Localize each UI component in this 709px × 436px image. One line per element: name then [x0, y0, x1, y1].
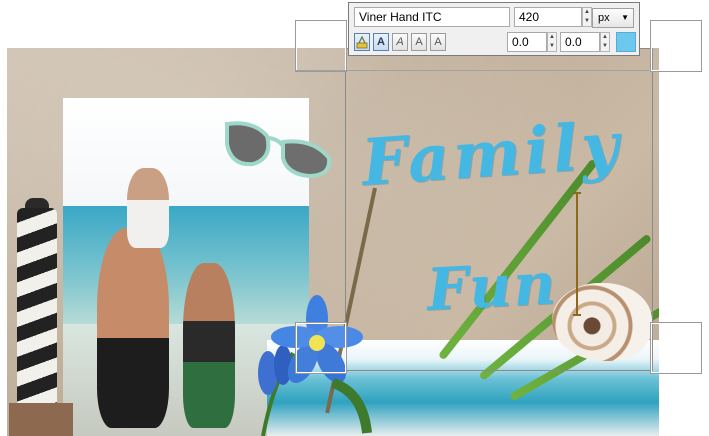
outline-style-button[interactable]: A — [411, 33, 427, 51]
resize-handle-bottom-right[interactable] — [650, 322, 702, 374]
text-fill-icon — [356, 35, 368, 49]
photo-person-child — [127, 168, 169, 248]
font-name-field[interactable]: Viner Hand ITC — [354, 7, 510, 27]
spin-up-icon[interactable]: ▲ — [601, 33, 609, 42]
resize-handle-bottom-left[interactable] — [295, 322, 347, 374]
lighthouse-base — [9, 403, 73, 436]
title-text-fun[interactable]: Fun — [425, 249, 559, 324]
fill-style-button[interactable] — [354, 33, 370, 51]
offset-x-field[interactable]: 0.0 — [507, 32, 547, 52]
resize-handle-top-left[interactable] — [295, 20, 347, 72]
font-size-field[interactable]: 420 — [514, 7, 582, 27]
text-color-swatch[interactable] — [616, 32, 636, 52]
text-properties-toolbar: Viner Hand ITC 420 ▲ ▼ px ▼ A A A A 0.0 ▲… — [348, 2, 640, 56]
offset-x-spinner[interactable]: ▲ ▼ — [547, 32, 557, 52]
font-size-spinner[interactable]: ▲ ▼ — [582, 7, 592, 27]
photo-person-man — [97, 228, 169, 428]
editor-stage: Family Fun Viner Hand ITC 420 ▲ ▼ px ▼ A … — [0, 0, 709, 436]
shadow-style-button[interactable]: A — [430, 33, 446, 51]
spin-down-icon[interactable]: ▼ — [601, 42, 609, 51]
spin-down-icon[interactable]: ▼ — [548, 42, 556, 51]
unit-select[interactable]: px ▼ — [592, 8, 634, 28]
text-insertion-cursor — [573, 192, 581, 316]
italic-style-button[interactable]: A — [392, 33, 408, 51]
spin-up-icon[interactable]: ▲ — [583, 8, 591, 17]
bold-style-button[interactable]: A — [373, 33, 389, 51]
nautilus-shell-embellishment[interactable] — [552, 283, 652, 361]
scrapbook-canvas[interactable]: Family Fun — [7, 48, 659, 436]
resize-handle-top-right[interactable] — [650, 20, 702, 72]
spin-up-icon[interactable]: ▲ — [548, 33, 556, 42]
unit-value: px — [598, 12, 610, 24]
chevron-down-icon: ▼ — [621, 13, 629, 22]
spin-down-icon[interactable]: ▼ — [583, 17, 591, 26]
offset-y-spinner[interactable]: ▲ ▼ — [600, 32, 610, 52]
sunglasses-embellishment[interactable] — [223, 118, 335, 178]
photo-person-woman — [183, 263, 235, 428]
title-text-family[interactable]: Family — [359, 108, 625, 201]
lighthouse-embellishment[interactable] — [17, 208, 57, 408]
selection-guide-line — [295, 70, 649, 71]
selection-frame-bottom — [345, 370, 653, 371]
offset-y-field[interactable]: 0.0 — [560, 32, 600, 52]
